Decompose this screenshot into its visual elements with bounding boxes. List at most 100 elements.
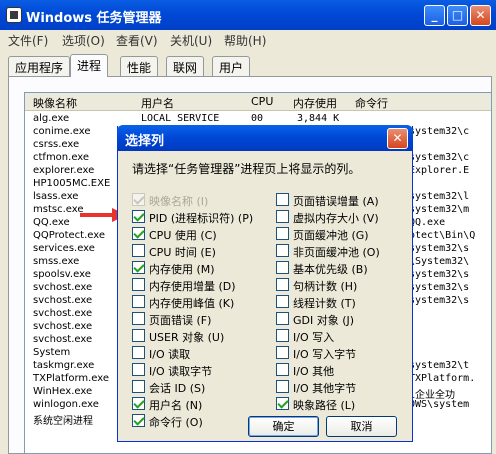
- option-label: 线程计数 (T): [293, 297, 356, 310]
- checkbox-icon[interactable]: [276, 244, 289, 257]
- cell-command-line: system32\l: [409, 191, 470, 202]
- option-label: 内存使用 (M): [149, 263, 215, 276]
- cell-command-line: QQ.exe: [409, 217, 446, 228]
- checkbox-icon[interactable]: [132, 261, 145, 274]
- cell-command-line: OWS\system: [409, 399, 470, 410]
- checkbox-icon[interactable]: [132, 346, 145, 359]
- option-label: 页面缓冲池 (G): [293, 229, 369, 242]
- cell-command-line: Explorer.E: [409, 165, 470, 176]
- ok-button[interactable]: 确定: [248, 416, 319, 437]
- menu-help[interactable]: 帮助(H): [224, 32, 266, 49]
- cell-image-name: csrss.exe: [33, 139, 80, 150]
- option-label: 用户名 (N): [149, 399, 203, 412]
- checkbox-icon[interactable]: [276, 278, 289, 291]
- cell-image-name: lsass.exe: [33, 191, 79, 202]
- cell-image-name: ctfmon.exe: [33, 152, 90, 163]
- cell-command-line: system32\s: [409, 295, 470, 306]
- menu-view[interactable]: 查看(V): [116, 32, 158, 49]
- menu-file[interactable]: 文件(F): [8, 32, 48, 49]
- cancel-button[interactable]: 取消: [326, 416, 397, 437]
- checkbox-icon[interactable]: [276, 312, 289, 325]
- cell-command-line: otect\Bin\Q: [409, 230, 476, 241]
- option-label: 映像名称 (I): [149, 195, 209, 208]
- checkbox-icon[interactable]: [276, 346, 289, 359]
- process-list-header: 映像名称 用户名 CPU 内存使用 命令行: [25, 93, 491, 111]
- option-label: 基本优先级 (B): [293, 263, 368, 276]
- option-label: 页面错误 (F): [149, 314, 212, 327]
- cell-image-name: svchost.exe: [33, 308, 93, 319]
- checkbox-icon[interactable]: [132, 397, 145, 410]
- option-label: CPU 使用 (C): [149, 229, 217, 242]
- option-label: 虚拟内存大小 (V): [293, 212, 379, 225]
- cell-cpu: 00: [251, 113, 264, 124]
- checkbox-icon[interactable]: [132, 414, 145, 427]
- tab-applications[interactable]: 应用程序: [8, 56, 71, 76]
- checkbox-icon[interactable]: [276, 227, 289, 240]
- checkbox-icon[interactable]: [132, 244, 145, 257]
- cell-command-line: TXPlatform.: [409, 373, 476, 384]
- window-title: Windows 任务管理器: [26, 11, 162, 26]
- cell-image-name: System: [33, 347, 71, 358]
- checkbox-icon[interactable]: [276, 380, 289, 393]
- checkbox-icon[interactable]: [276, 261, 289, 274]
- checkbox-icon[interactable]: [132, 363, 145, 376]
- tab-users[interactable]: 用户: [212, 56, 251, 76]
- option-label: I/O 其他字节: [293, 382, 357, 395]
- checkbox-icon[interactable]: [132, 329, 145, 342]
- cell-image-name: smss.exe: [33, 256, 80, 267]
- dialog-close-button[interactable]: ✕: [387, 128, 408, 149]
- tab-performance[interactable]: 性能: [120, 56, 159, 76]
- checkbox-icon[interactable]: [132, 210, 145, 223]
- cell-image-name: winlogon.exe: [33, 399, 99, 410]
- checkbox-icon[interactable]: [276, 363, 289, 376]
- option-label: GDI 对象 (J): [293, 314, 355, 327]
- cell-command-line: system32\c: [409, 126, 470, 137]
- option-label: USER 对象 (U): [149, 331, 225, 344]
- cell-image-name: QQ.exe: [33, 217, 70, 228]
- col-image-name[interactable]: 映像名称: [33, 95, 77, 111]
- menu-options[interactable]: 选项(O): [62, 32, 105, 49]
- checkbox-icon[interactable]: [132, 295, 145, 308]
- window-titlebar: Windows 任务管理器 _ □ ✕: [0, 0, 496, 30]
- cell-image-name: alg.exe: [33, 113, 70, 124]
- cell-image-name: 系统空闲进程: [33, 416, 93, 427]
- checkbox-icon[interactable]: [276, 397, 289, 410]
- maximize-button[interactable]: □: [447, 5, 468, 26]
- option-label: 内存使用增量 (D): [149, 280, 236, 293]
- checkbox-icon[interactable]: [132, 278, 145, 291]
- checkbox-icon[interactable]: [276, 210, 289, 223]
- col-mem-usage[interactable]: 内存使用: [293, 95, 337, 111]
- cell-command-line: system32\s: [409, 243, 470, 254]
- checkbox-icon[interactable]: [276, 193, 289, 206]
- option-label: 命令行 (O): [149, 416, 203, 429]
- option-label: 句柄计数 (H): [293, 280, 358, 293]
- checkbox-icon[interactable]: [132, 227, 145, 240]
- menu-shutdown[interactable]: 关机(U): [170, 32, 212, 49]
- checkbox-icon[interactable]: [276, 295, 289, 308]
- cell-image-name: taskmgr.exe: [33, 360, 95, 371]
- col-command-line[interactable]: 命令行: [355, 95, 388, 111]
- cell-command-line: system32\t: [409, 360, 470, 371]
- checkbox-icon[interactable]: [132, 312, 145, 325]
- col-user-name[interactable]: 用户名: [141, 95, 174, 111]
- cell-image-name: svchost.exe: [33, 282, 93, 293]
- close-button[interactable]: ✕: [470, 5, 491, 26]
- option-label: I/O 其他: [293, 365, 335, 378]
- cell-image-name: mstsc.exe: [33, 204, 84, 215]
- cell-image-name: services.exe: [33, 243, 95, 254]
- tab-processes[interactable]: 进程: [70, 54, 109, 77]
- checkbox-icon: [132, 193, 145, 206]
- cell-image-name: TXPlatform.exe: [33, 373, 110, 384]
- option-label: 非页面缓冲池 (O): [293, 246, 380, 259]
- cell-mem-usage: 3,844 K: [297, 113, 340, 124]
- tab-networking[interactable]: 联网: [166, 56, 205, 76]
- checkbox-icon[interactable]: [132, 380, 145, 393]
- cell-command-line: system32\s: [409, 282, 470, 293]
- cell-image-name: QQProtect.exe: [33, 230, 106, 241]
- dialog-title: 选择列: [125, 134, 165, 149]
- checkbox-icon[interactable]: [276, 329, 289, 342]
- cell-image-name: svchost.exe: [33, 295, 93, 306]
- col-cpu[interactable]: CPU: [251, 95, 273, 108]
- option-label: PID (进程标识符) (P): [149, 212, 254, 225]
- minimize-button[interactable]: _: [424, 5, 445, 26]
